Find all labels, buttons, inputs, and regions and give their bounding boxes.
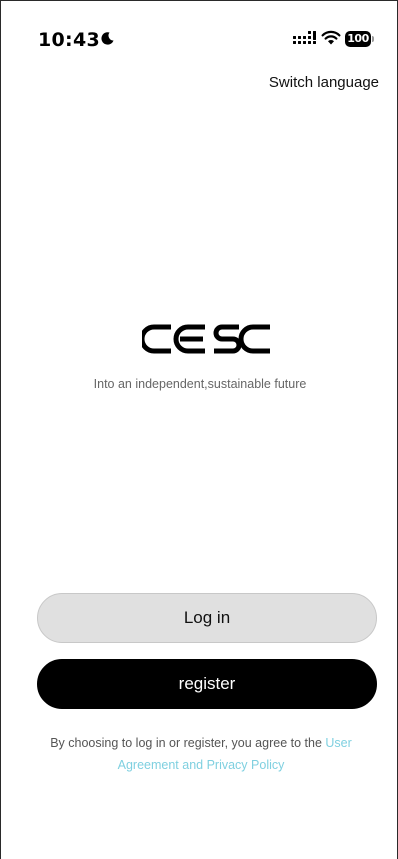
register-button[interactable]: register <box>37 659 377 709</box>
status-bar: 10:43 100 <box>1 1 398 61</box>
switch-language-link[interactable]: Switch language <box>269 74 379 91</box>
app-screen: 10:43 100 Switch language Into an indepe… <box>0 0 398 859</box>
brand-tagline: Into an independent,sustainable future <box>93 377 307 391</box>
moon-icon <box>101 32 114 45</box>
login-button[interactable]: Log in <box>37 593 377 643</box>
status-time: 10:43 <box>38 29 100 51</box>
battery-nub <box>372 36 374 42</box>
battery-level: 100 <box>345 31 371 47</box>
agreement-prefix: By choosing to log in or register, you a… <box>50 736 326 750</box>
battery-icon: 100 <box>345 31 375 47</box>
signal-icon <box>293 31 316 44</box>
brand-logo <box>142 324 270 354</box>
agreement-text: By choosing to log in or register, you a… <box>31 732 371 776</box>
wifi-icon <box>321 30 341 45</box>
